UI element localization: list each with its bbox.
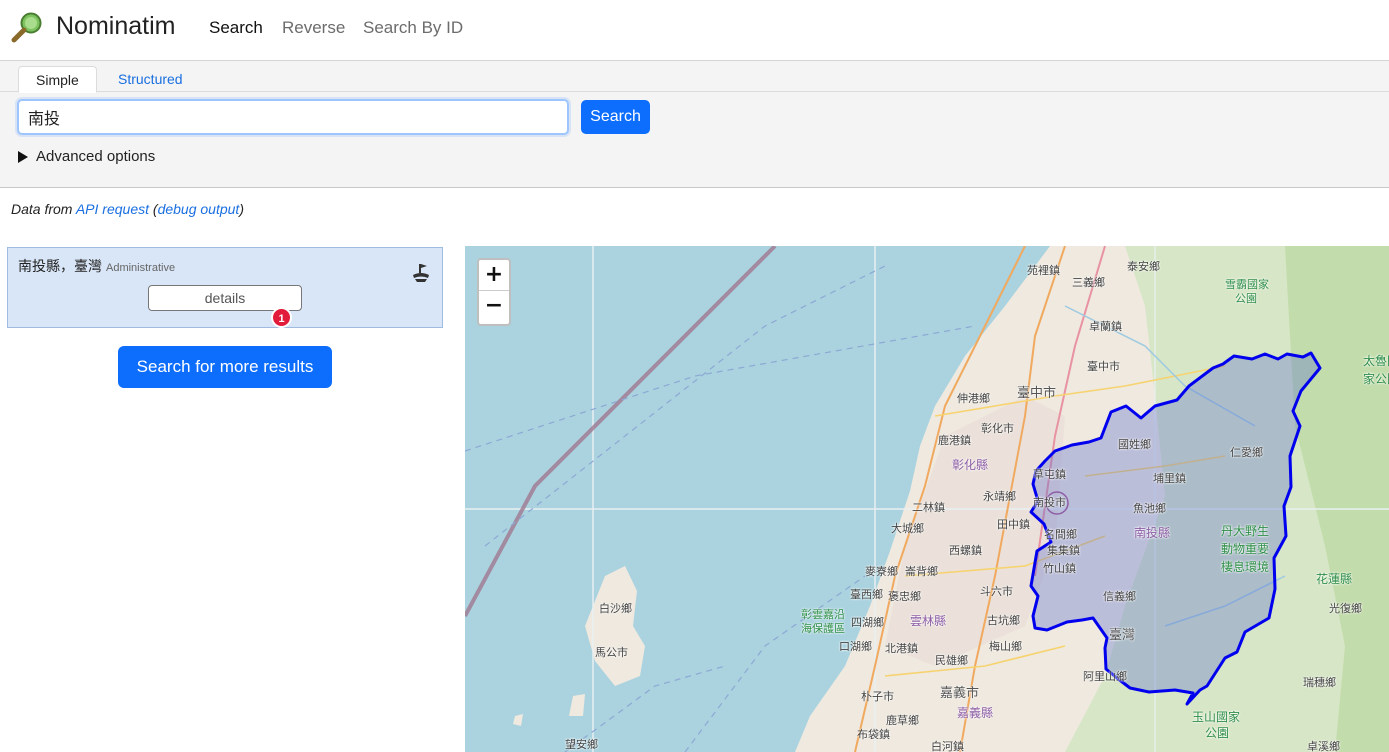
map-label: 仁愛鄉	[1230, 446, 1263, 459]
map-label: 大城鄉	[891, 522, 924, 535]
map-label: 臺中市	[1087, 360, 1120, 373]
map-label: 民雄鄉	[935, 654, 968, 667]
map-label: 臺西鄉	[850, 588, 883, 601]
brand-title[interactable]: Nominatim	[56, 12, 175, 41]
disclosure-triangle-icon	[18, 150, 28, 163]
map-label: 南投縣	[1134, 526, 1171, 540]
zoom-out-button[interactable]: −	[479, 291, 509, 322]
map-label: 泰安鄉	[1127, 260, 1160, 273]
map-label: 棲息環境	[1221, 560, 1270, 574]
advanced-options-label: Advanced options	[36, 148, 156, 165]
debug-output-link[interactable]: debug output	[158, 201, 240, 217]
map-view[interactable]: 苑裡鎮 泰安鄉 三義鄉 雪霸國家 公園 卓蘭鎮 臺中市 太魯閣 家公園 臺中市 …	[465, 246, 1389, 752]
map-label: 臺灣	[1109, 628, 1136, 643]
magnifier-logo-icon[interactable]	[11, 11, 45, 43]
map-label: 玉山國家	[1192, 710, 1241, 724]
map-label: 名間鄉	[1044, 528, 1077, 541]
data-from-prefix: Data from	[11, 201, 76, 217]
map-label: 丹大野生	[1221, 524, 1270, 538]
map-label: 望安鄉	[565, 738, 598, 751]
map-label: 鹿草鄉	[886, 714, 919, 727]
tab-simple[interactable]: Simple	[18, 66, 97, 93]
map-label: 嘉義縣	[957, 706, 994, 720]
top-navbar: Nominatim Search Reverse Search By ID	[0, 0, 1389, 61]
nav-reverse[interactable]: Reverse	[282, 18, 345, 38]
map-label: 光復鄉	[1329, 602, 1362, 615]
map-label: 瑞穗鄉	[1303, 676, 1336, 689]
result-name: 南投縣，臺灣	[18, 258, 102, 274]
map-label: 家公園	[1363, 372, 1389, 386]
map-label: 白河鎮	[931, 740, 964, 752]
data-from-line: Data from API request (debug output)	[11, 201, 244, 217]
map-label: 朴子市	[861, 690, 894, 703]
boundary-admin-icon	[410, 262, 432, 284]
tab-structured[interactable]: Structured	[101, 66, 200, 93]
map-label: 嘉義市	[940, 686, 980, 701]
map-label: 白沙鄉	[599, 602, 632, 615]
map-label: 魚池鄉	[1133, 502, 1166, 515]
search-input[interactable]	[17, 99, 569, 135]
advanced-options-toggle[interactable]: Advanced options	[18, 148, 155, 165]
map-label: 馬公市	[595, 646, 628, 659]
map-label: 埔里鎮	[1153, 472, 1186, 485]
map-label: 卓蘭鎮	[1089, 320, 1122, 333]
map-label: 伸港鄉	[957, 392, 990, 405]
map-label: 花蓮縣	[1316, 572, 1353, 586]
map-label: 麥寮鄉	[865, 565, 898, 578]
map-label: 信義鄉	[1103, 590, 1136, 603]
result-type: Administrative	[106, 262, 176, 274]
map-label: 斗六市	[980, 585, 1013, 598]
map-label: 臺中市	[1017, 386, 1057, 401]
map-label: 彰化縣	[952, 458, 989, 472]
search-more-results-button[interactable]: Search for more results	[118, 346, 332, 388]
map-label: 集集鎮	[1047, 544, 1080, 557]
notification-badge: 1	[271, 307, 292, 328]
map-label: 雲林縣	[910, 614, 947, 628]
search-button[interactable]: Search	[581, 100, 650, 134]
map-label: 永靖鄉	[983, 490, 1016, 503]
map-label: 海保護區	[801, 622, 845, 635]
map-label: 竹山鎮	[1043, 562, 1076, 575]
map-label: 動物重要	[1221, 542, 1270, 556]
map-label: 古坑鄉	[987, 614, 1020, 627]
map-label: 梅山鄉	[989, 640, 1022, 653]
map-label: 卓溪鄉	[1307, 740, 1340, 752]
map-label: 彰化市	[981, 422, 1014, 435]
map-label: 草屯鎮	[1033, 468, 1066, 481]
map-label: 褒忠鄉	[888, 590, 921, 603]
api-request-link[interactable]: API request	[76, 201, 149, 217]
search-result-item[interactable]: 南投縣，臺灣 Administrative details 1	[7, 247, 443, 328]
map-label: 公園	[1205, 726, 1230, 740]
map-label: 二林鎮	[912, 501, 945, 514]
map-label: 西螺鎮	[949, 544, 982, 557]
zoom-in-button[interactable]: +	[479, 260, 509, 291]
map-label: 南投市	[1033, 496, 1066, 509]
paren-open: (	[149, 201, 158, 217]
search-panel: Simple Structured Search Advanced option…	[0, 61, 1389, 188]
result-title: 南投縣，臺灣 Administrative	[18, 256, 175, 276]
map-label: 阿里山鄉	[1083, 670, 1127, 683]
map-label: 布袋鎮	[857, 728, 890, 741]
map-label: 公園	[1235, 292, 1257, 305]
map-label: 三義鄉	[1072, 276, 1105, 289]
search-tabs: Simple Structured	[0, 66, 1389, 93]
paren-close: )	[239, 201, 244, 217]
map-label: 太魯閣	[1363, 354, 1389, 368]
map-label: 苑裡鎮	[1027, 264, 1060, 277]
map-label: 田中鎮	[997, 518, 1030, 531]
map-label: 四湖鄉	[851, 616, 884, 629]
map-label: 北港鎮	[885, 642, 918, 655]
map-label: 鹿港鎮	[938, 434, 971, 447]
nav-search[interactable]: Search	[209, 18, 263, 38]
zoom-control: + −	[477, 258, 511, 326]
map-label: 崙背鄉	[905, 565, 938, 578]
nav-search-by-id[interactable]: Search By ID	[363, 18, 463, 38]
map-label: 國姓鄉	[1118, 438, 1151, 451]
map-label: 口湖鄉	[839, 640, 872, 653]
